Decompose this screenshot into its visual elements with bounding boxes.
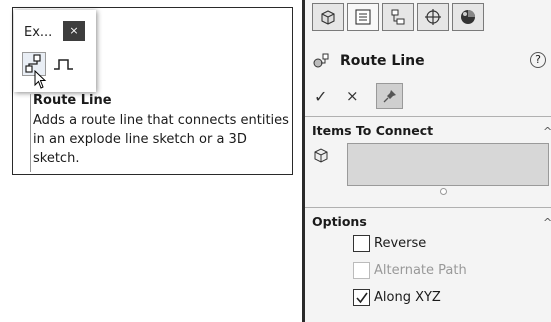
items-to-connect-list[interactable]	[347, 143, 549, 186]
reverse-checkbox[interactable]	[353, 235, 370, 252]
alternate-path-checkbox	[353, 262, 370, 279]
keep-visible-button[interactable]	[376, 83, 403, 109]
help-icon[interactable]: ?	[530, 52, 546, 68]
route-line-feature-icon	[313, 53, 329, 68]
jog-line-icon	[54, 59, 73, 70]
flyout-close-button[interactable]: ×	[63, 21, 85, 41]
list-resize-grip[interactable]	[440, 188, 447, 195]
entity-selection-icon	[312, 147, 330, 169]
mouse-cursor-icon	[34, 69, 48, 94]
collapse-options-icon[interactable]: ^	[543, 216, 551, 229]
reverse-option[interactable]: Reverse	[353, 235, 426, 252]
section-options-label[interactable]: Options	[312, 214, 367, 229]
tab-property-manager[interactable]	[347, 3, 379, 31]
pushpin-icon	[383, 90, 396, 103]
cancel-button[interactable]: ×	[346, 87, 362, 105]
property-manager-header: Route Line	[312, 52, 425, 70]
section-items-to-connect-label[interactable]: Items To Connect	[312, 123, 433, 138]
tab-configuration-manager[interactable]	[382, 3, 414, 31]
along-xyz-checkbox[interactable]	[353, 289, 370, 306]
alternate-path-option: Alternate Path	[353, 262, 467, 279]
panel-border	[302, 0, 305, 322]
ok-button[interactable]: ✓	[314, 87, 334, 106]
dimxpert-manager-icon	[425, 9, 441, 25]
section-divider	[305, 207, 551, 208]
along-xyz-label: Along XYZ	[374, 290, 441, 305]
reverse-label: Reverse	[374, 236, 427, 251]
tab-display-manager[interactable]	[452, 3, 484, 31]
tooltip-title: Route Line	[33, 93, 112, 108]
alternate-path-label: Alternate Path	[374, 263, 467, 278]
jog-line-button[interactable]	[52, 52, 76, 76]
tab-feature-manager[interactable]	[312, 3, 344, 31]
display-manager-icon	[461, 10, 475, 24]
section-divider	[305, 116, 551, 117]
property-manager-icon	[355, 9, 371, 25]
feature-manager-icon	[321, 10, 335, 25]
action-row: ✓ ×	[314, 83, 403, 109]
configuration-manager-icon	[391, 9, 405, 25]
along-xyz-option[interactable]: Along XYZ	[353, 289, 441, 306]
tooltip-divider	[30, 94, 31, 172]
manager-tabbar	[312, 3, 487, 31]
property-manager-title: Route Line	[340, 53, 425, 69]
property-manager-panel: Route Line ? ✓ × Items To Connect ^ Opti…	[302, 0, 551, 322]
collapse-items-to-connect-icon[interactable]: ^	[543, 125, 551, 138]
tooltip-panel: Ex... × Route Line Adds a route line tha…	[12, 7, 293, 175]
flyout-title: Ex...	[24, 25, 53, 40]
checkmark-icon	[355, 292, 368, 303]
tab-dimxpert-manager[interactable]	[417, 3, 449, 31]
flyout-toolbar: Ex... ×	[14, 10, 96, 92]
tooltip-description: Adds a route line that connects entities…	[33, 113, 289, 166]
